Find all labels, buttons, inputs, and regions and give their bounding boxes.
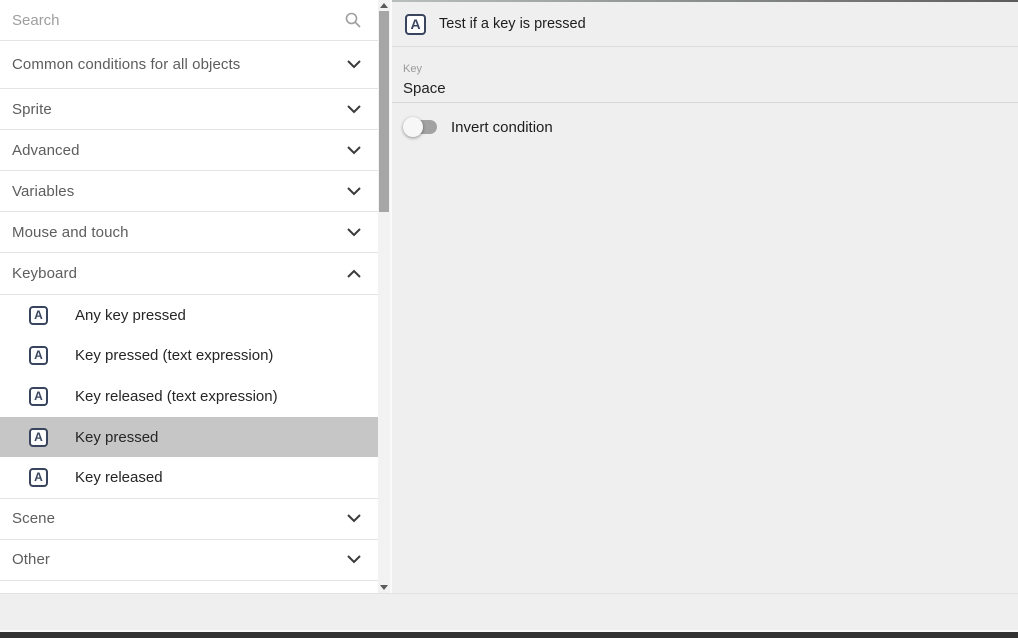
condition-item-key-released-text-expression[interactable]: A Key released (text expression) bbox=[0, 376, 378, 417]
invert-condition-row: Invert condition bbox=[403, 112, 553, 142]
condition-title: Test if a key is pressed bbox=[439, 16, 586, 32]
category-label: Variables bbox=[12, 183, 74, 200]
condition-label: Any key pressed bbox=[75, 307, 186, 324]
arrow-down-icon bbox=[380, 585, 388, 590]
condition-header: A Test if a key is pressed bbox=[392, 2, 1018, 47]
arrow-up-icon bbox=[380, 3, 388, 8]
chevron-down-icon bbox=[347, 105, 361, 114]
search-input[interactable] bbox=[12, 12, 332, 29]
sidebar-category-other[interactable]: Other bbox=[0, 540, 378, 581]
search-icon bbox=[345, 12, 361, 28]
chevron-down-icon bbox=[347, 514, 361, 523]
keyboard-key-icon: A bbox=[29, 387, 48, 406]
key-field-value[interactable]: Space bbox=[403, 80, 446, 97]
category-label: Common conditions for all objects bbox=[12, 56, 240, 73]
dialog-footer bbox=[0, 593, 1018, 630]
keyboard-key-icon: A bbox=[29, 428, 48, 447]
invert-condition-label: Invert condition bbox=[451, 119, 553, 136]
bottom-window-edge bbox=[0, 632, 1018, 638]
category-label: Mouse and touch bbox=[12, 224, 129, 241]
sidebar-category-common-conditions[interactable]: Common conditions for all objects bbox=[0, 41, 378, 89]
sidebar-category-keyboard[interactable]: Keyboard bbox=[0, 253, 378, 295]
sidebar-category-advanced[interactable]: Advanced bbox=[0, 130, 378, 171]
toggle-thumb bbox=[403, 117, 423, 137]
sidebar-category-mouse-and-touch[interactable]: Mouse and touch bbox=[0, 212, 378, 253]
key-field-label: Key bbox=[403, 63, 422, 75]
search-bar bbox=[0, 0, 378, 41]
keyboard-key-icon: A bbox=[29, 346, 48, 365]
category-label: Keyboard bbox=[12, 265, 77, 282]
chevron-down-icon bbox=[347, 187, 361, 196]
category-label: Other bbox=[12, 551, 50, 568]
scrollbar-thumb[interactable] bbox=[379, 11, 389, 212]
chevron-down-icon bbox=[347, 146, 361, 155]
scrollbar-down-button[interactable] bbox=[378, 582, 390, 593]
sidebar-category-scene[interactable]: Scene bbox=[0, 499, 378, 540]
condition-label: Key pressed (text expression) bbox=[75, 347, 273, 364]
sidebar-category-sprite[interactable]: Sprite bbox=[0, 89, 378, 130]
category-label: Advanced bbox=[12, 142, 80, 159]
condition-label: Key pressed bbox=[75, 429, 158, 446]
keyboard-key-icon: A bbox=[29, 468, 48, 487]
keyboard-key-icon: A bbox=[405, 14, 426, 35]
category-label: Scene bbox=[12, 510, 55, 527]
condition-editor-panel: A Test if a key is pressed Key Space Inv… bbox=[392, 0, 1018, 593]
scrollbar-up-button[interactable] bbox=[378, 0, 390, 11]
condition-label: Key released bbox=[75, 469, 163, 486]
chevron-down-icon bbox=[347, 555, 361, 564]
sidebar-scrollbar[interactable] bbox=[378, 0, 390, 593]
sidebar-category-variables[interactable]: Variables bbox=[0, 171, 378, 212]
condition-item-any-key-pressed[interactable]: A Any key pressed bbox=[0, 295, 378, 336]
condition-label: Key released (text expression) bbox=[75, 388, 278, 405]
chevron-down-icon bbox=[347, 60, 361, 69]
key-parameter-field[interactable]: Key Space bbox=[392, 48, 1018, 103]
chevron-up-icon bbox=[347, 269, 361, 278]
condition-item-key-pressed[interactable]: A Key pressed bbox=[0, 417, 378, 458]
condition-item-key-released[interactable]: A Key released bbox=[0, 457, 378, 498]
keyboard-conditions-list: A Any key pressed A Key pressed (text ex… bbox=[0, 295, 378, 499]
conditions-sidebar: Common conditions for all objects Sprite… bbox=[0, 0, 378, 593]
condition-item-key-pressed-text-expression[interactable]: A Key pressed (text expression) bbox=[0, 336, 378, 377]
chevron-down-icon bbox=[347, 228, 361, 237]
category-label: Sprite bbox=[12, 101, 52, 118]
invert-condition-toggle[interactable] bbox=[403, 117, 439, 137]
keyboard-key-icon: A bbox=[29, 306, 48, 325]
instruction-editor-dialog: Common conditions for all objects Sprite… bbox=[0, 0, 1018, 638]
